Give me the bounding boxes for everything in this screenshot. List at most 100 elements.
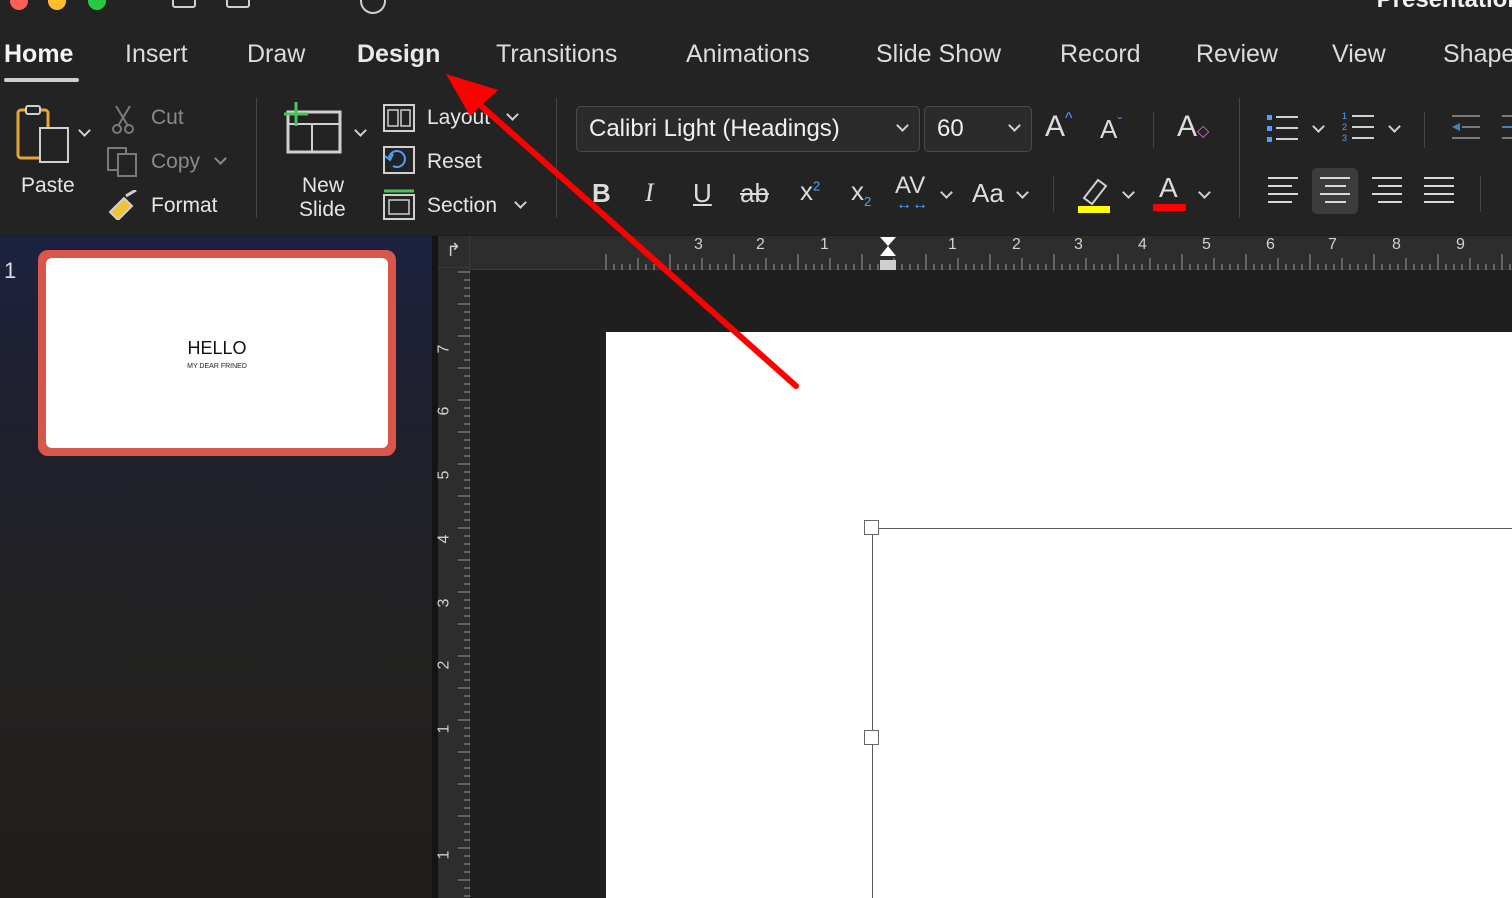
format-painter-icon: [108, 190, 137, 220]
change-case-chevron[interactable]: [1016, 186, 1029, 199]
justify-button[interactable]: [1416, 168, 1462, 214]
font-color-swatch: [1153, 204, 1186, 211]
superscript-button[interactable]: x2: [800, 176, 820, 207]
save-icon[interactable]: [226, 0, 250, 8]
ruler-label: 6: [1266, 236, 1275, 253]
font-size-combo[interactable]: 60: [924, 106, 1032, 152]
ruler-tab-selector[interactable]: ↱: [438, 236, 470, 268]
decrease-indent-icon[interactable]: [1450, 114, 1482, 142]
slide-thumbnail-canvas: HELLO MY DEAR FRINED: [46, 258, 388, 448]
slide-thumbnail[interactable]: HELLO MY DEAR FRINED: [38, 250, 396, 456]
font-size-chevron[interactable]: [1008, 119, 1021, 132]
horizontal-ruler[interactable]: 3 2 1 1 2 3 4 5 6 7 8 9: [470, 236, 1512, 270]
font-color-chevron[interactable]: [1198, 186, 1211, 199]
ruler-label: 2: [435, 660, 453, 670]
title-bar: Presentation: [0, 0, 1512, 20]
increase-indent-icon[interactable]: [1500, 114, 1512, 142]
ruler-label: 1: [948, 236, 957, 253]
tab-draw[interactable]: Draw: [247, 40, 305, 69]
paste-options-chevron[interactable]: [78, 124, 91, 137]
separator: [1153, 112, 1154, 148]
horizontal-ruler-ticks: [605, 254, 1511, 270]
tab-shape-format[interactable]: Shape: [1443, 40, 1512, 69]
font-name-combo[interactable]: Calibri Light (Headings): [576, 106, 920, 152]
font-name-value: Calibri Light (Headings): [589, 115, 840, 142]
copy-options-chevron[interactable]: [214, 152, 227, 165]
align-right-button[interactable]: [1364, 168, 1410, 214]
svg-text:3: 3: [1342, 133, 1347, 143]
separator: [1480, 176, 1481, 212]
paste-button[interactable]: Paste: [10, 102, 75, 202]
separator: [1053, 176, 1054, 212]
reset-icon: [383, 146, 415, 174]
section-button[interactable]: Section: [427, 194, 497, 218]
tab-slide-show[interactable]: Slide Show: [876, 40, 1001, 69]
tab-transitions[interactable]: Transitions: [496, 40, 617, 69]
section-options-chevron[interactable]: [514, 196, 527, 209]
ruler-label: 7: [435, 344, 453, 354]
italic-button[interactable]: I: [645, 178, 654, 208]
copy-button[interactable]: Copy: [151, 150, 200, 174]
copy-icon: [107, 147, 137, 177]
zoom-window-button[interactable]: [88, 0, 106, 10]
layout-options-chevron[interactable]: [506, 108, 519, 121]
ruler-label: 4: [435, 534, 453, 544]
new-slide-label-line1: New: [302, 174, 345, 197]
tab-animations[interactable]: Animations: [686, 40, 810, 69]
align-left-button[interactable]: [1260, 168, 1306, 214]
tab-review[interactable]: Review: [1196, 40, 1278, 69]
subscript-base: x: [851, 176, 864, 206]
font-color-button[interactable]: A: [1159, 172, 1178, 204]
align-center-button[interactable]: [1312, 168, 1358, 214]
increase-font-size-button[interactable]: A^: [1045, 110, 1073, 144]
align-center-icon: [1320, 177, 1350, 209]
justify-icon: [1424, 177, 1454, 209]
underline-button[interactable]: U: [693, 178, 712, 209]
scissors-icon: [112, 105, 134, 134]
strikethrough-button[interactable]: ab: [740, 178, 769, 209]
format-painter-button[interactable]: Format: [151, 194, 218, 218]
bullets-icon[interactable]: [1266, 112, 1300, 144]
character-spacing-chevron[interactable]: [940, 186, 953, 199]
more-icon[interactable]: [360, 0, 386, 14]
change-case-button[interactable]: Aa: [972, 178, 1004, 209]
ruler-label: 2: [756, 236, 765, 253]
ruler-label: 1: [435, 850, 453, 860]
tab-stop-icon: ↱: [446, 240, 462, 260]
ribbon-tabs: Home Insert Draw Design Transitions Anim…: [0, 20, 1512, 86]
decrease-font-size-button[interactable]: Aˇ: [1100, 114, 1122, 145]
layout-icon: [383, 104, 415, 132]
minimize-window-button[interactable]: [48, 0, 66, 10]
tab-insert[interactable]: Insert: [125, 40, 188, 69]
numbering-chevron[interactable]: [1388, 120, 1401, 133]
numbering-icon[interactable]: 1 2 3: [1342, 110, 1376, 144]
highlight-color-chevron[interactable]: [1122, 186, 1135, 199]
vertical-ruler[interactable]: 7 6 5 4 3 2 1 1: [435, 268, 470, 898]
svg-text:2: 2: [1342, 122, 1347, 132]
highlighter-icon[interactable]: [1076, 174, 1112, 214]
bold-button[interactable]: B: [592, 178, 611, 209]
tab-home[interactable]: Home: [4, 40, 73, 69]
subscript-mark: 2: [864, 194, 872, 210]
reset-button[interactable]: Reset: [427, 150, 482, 174]
bullets-chevron[interactable]: [1312, 120, 1325, 133]
spacing-arrows-icon: ↔↔: [896, 196, 928, 213]
resize-handle-middle-left[interactable]: [864, 730, 879, 745]
title-placeholder[interactable]: [872, 528, 1512, 898]
sidebar-toggle-icon[interactable]: [172, 0, 196, 8]
cut-button[interactable]: Cut: [151, 106, 184, 130]
ruler-label: 4: [1138, 236, 1147, 253]
subscript-button[interactable]: x2: [851, 176, 871, 209]
resize-handle-top-left[interactable]: [864, 520, 879, 535]
new-slide-button[interactable]: New Slide: [278, 100, 368, 221]
clear-formatting-button[interactable]: A◇: [1177, 110, 1209, 144]
font-name-chevron[interactable]: [896, 119, 909, 132]
ruler-label: 3: [1074, 236, 1083, 253]
ruler-label: 8: [1392, 236, 1401, 253]
tab-design[interactable]: Design: [357, 40, 440, 69]
tab-view[interactable]: View: [1332, 40, 1386, 69]
layout-button[interactable]: Layout: [427, 106, 490, 130]
close-window-button[interactable]: [10, 0, 28, 10]
ruler-label: 2: [1012, 236, 1021, 253]
tab-record[interactable]: Record: [1060, 40, 1141, 69]
